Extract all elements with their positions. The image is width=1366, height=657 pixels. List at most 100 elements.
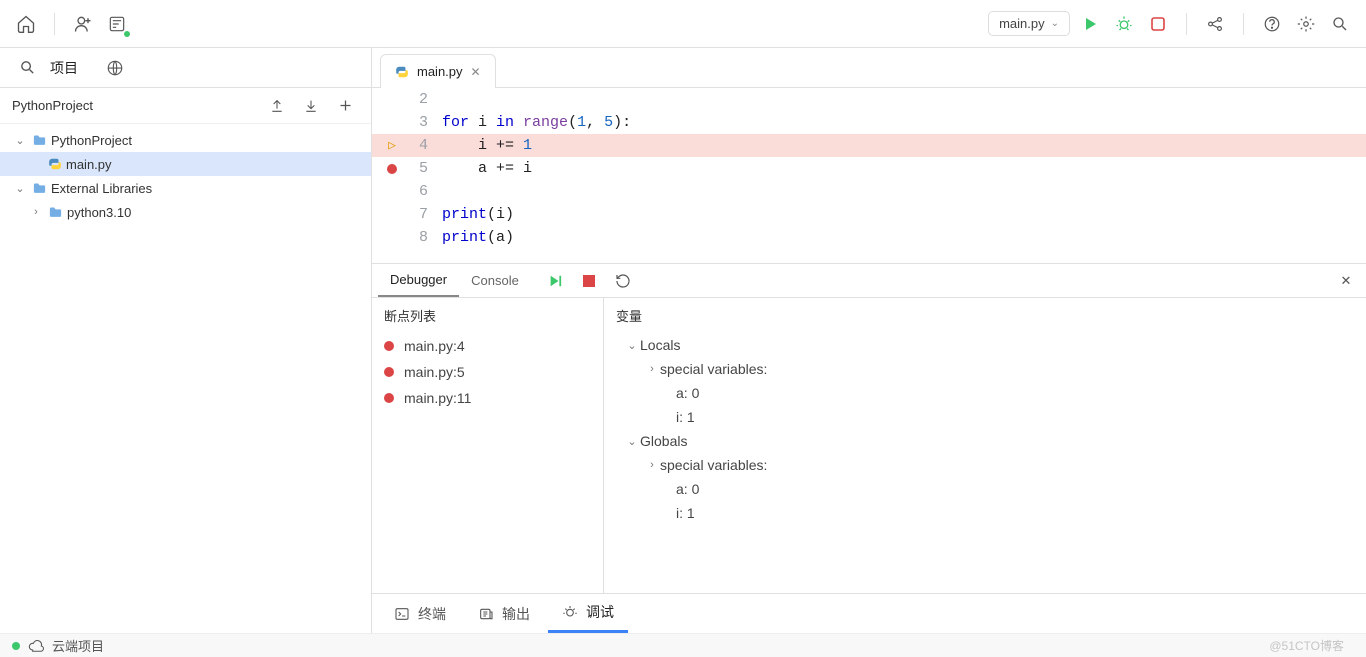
debug-icon[interactable] [1110, 10, 1138, 38]
chevron-icon: ⌄ [12, 134, 28, 147]
help-icon[interactable] [1258, 10, 1286, 38]
status-bar: 云端项目 @51CTO博客 [0, 633, 1366, 657]
code-line[interactable]: 5 a += i [372, 157, 1366, 180]
line-number: 4 [412, 137, 442, 154]
variable-row[interactable]: a: 0 [604, 381, 1366, 405]
tree-item-label: PythonProject [51, 133, 132, 148]
add-user-icon[interactable] [69, 10, 97, 38]
variables-title: 变量 [604, 298, 1366, 333]
breakpoint-label: main.py:5 [404, 364, 465, 380]
search-icon[interactable] [14, 55, 40, 81]
upload-icon[interactable] [263, 92, 291, 120]
code-line[interactable]: 7print(i) [372, 203, 1366, 226]
restart-debug-icon[interactable] [609, 267, 637, 295]
variable-kv: i: 1 [676, 505, 695, 521]
execution-arrow-icon: ▷ [388, 138, 396, 153]
chevron-down-icon: ⌄ [624, 435, 640, 448]
run-config-name: main.py [999, 16, 1045, 31]
folder-icon [48, 205, 63, 220]
globe-icon[interactable] [102, 55, 128, 81]
code-line[interactable]: 2 [372, 88, 1366, 111]
variable-row[interactable]: a: 0 [604, 477, 1366, 501]
scope-name: Globals [640, 433, 687, 449]
scope-row[interactable]: ⌄Locals [604, 333, 1366, 357]
variable-row[interactable]: i: 1 [604, 405, 1366, 429]
add-icon[interactable] [331, 92, 359, 120]
python-icon [395, 65, 409, 79]
tree-item[interactable]: ›python3.10 [0, 200, 371, 224]
home-icon[interactable] [12, 10, 40, 38]
console-tab[interactable]: Console [459, 264, 531, 297]
project-root-row[interactable]: PythonProject [0, 88, 371, 124]
code-line[interactable]: 6 [372, 180, 1366, 203]
tree-item[interactable]: ⌄External Libraries [0, 176, 371, 200]
tree-item[interactable]: main.py [0, 152, 371, 176]
breakpoint-dot-icon[interactable] [387, 164, 397, 174]
code-editor[interactable]: 23for i in range(1, 5):▷4 i += 15 a += i… [372, 88, 1366, 263]
breakpoint-label: main.py:4 [404, 338, 465, 354]
editor-tabs: main.py ✕ [372, 48, 1366, 88]
cloud-project-label[interactable]: 云端项目 [52, 636, 104, 655]
special-vars-row[interactable]: ›special variables: [604, 453, 1366, 477]
close-tab-icon[interactable]: ✕ [471, 65, 481, 79]
run-config-selector[interactable]: main.py ⌄ [988, 11, 1070, 36]
breakpoint-item[interactable]: main.py:11 [372, 385, 603, 411]
debug-tab[interactable]: 调试 [548, 594, 628, 633]
special-vars-row[interactable]: ›special variables: [604, 357, 1366, 381]
watermark: @51CTO博客 [1269, 637, 1354, 654]
debug-panel: Debugger Console ✕ 断点列表 main.py:4 main.py… [372, 263, 1366, 593]
breakpoint-dot-icon [384, 393, 394, 403]
tree-item[interactable]: ⌄ PythonProject [0, 128, 371, 152]
chevron-icon: ⌄ [12, 182, 28, 195]
stop-icon[interactable] [1144, 10, 1172, 38]
debugger-tab[interactable]: Debugger [378, 264, 459, 297]
top-toolbar: main.py ⌄ [0, 0, 1366, 48]
variables-panel: 变量 ⌄Locals›special variables:a: 0i: 1⌄Gl… [604, 298, 1366, 593]
coverage-icon[interactable] [103, 10, 131, 38]
status-dot-icon [12, 642, 20, 650]
run-icon[interactable] [1076, 10, 1104, 38]
breakpoint-label: main.py:11 [404, 390, 471, 406]
editor-area: main.py ✕ 23for i in range(1, 5):▷4 i +=… [372, 48, 1366, 633]
breakpoint-dot-icon [384, 367, 394, 377]
code-line[interactable]: 8print(a) [372, 226, 1366, 249]
python-icon [48, 157, 62, 171]
editor-tab[interactable]: main.py ✕ [380, 54, 496, 88]
breakpoints-title: 断点列表 [372, 298, 603, 333]
breakpoint-item[interactable]: main.py:5 [372, 359, 603, 385]
chevron-down-icon: ⌄ [1051, 18, 1059, 29]
variable-kv: a: 0 [676, 481, 699, 497]
project-sidebar: 项目 PythonProject ⌄ PythonProject main.py ⌄E… [0, 48, 372, 633]
download-icon[interactable] [297, 92, 325, 120]
settings-icon[interactable] [1292, 10, 1320, 38]
resume-icon[interactable] [541, 267, 569, 295]
tree-item-label: main.py [66, 157, 112, 172]
project-root-name: PythonProject [12, 98, 93, 113]
output-tab[interactable]: 输出 [464, 594, 544, 633]
variable-kv: a: 0 [676, 385, 699, 401]
folder-icon [32, 181, 47, 196]
line-number: 6 [412, 183, 442, 200]
special-vars-label: special variables: [660, 361, 767, 377]
scope-row[interactable]: ⌄Globals [604, 429, 1366, 453]
tab-filename: main.py [417, 64, 463, 79]
line-number: 2 [412, 91, 442, 108]
cloud-icon [28, 638, 44, 654]
terminal-tab[interactable]: 终端 [380, 594, 460, 633]
bottom-tool-tabs: 终端 输出 调试 [372, 593, 1366, 633]
chevron-right-icon: › [644, 363, 660, 375]
line-number: 8 [412, 229, 442, 246]
code-line[interactable]: 3for i in range(1, 5): [372, 111, 1366, 134]
share-icon[interactable] [1201, 10, 1229, 38]
search-icon[interactable] [1326, 10, 1354, 38]
chevron-right-icon: › [644, 459, 660, 471]
code-line[interactable]: ▷4 i += 1 [372, 134, 1366, 157]
close-panel-icon[interactable]: ✕ [1332, 267, 1360, 295]
stop-debug-icon[interactable] [575, 267, 603, 295]
variable-kv: i: 1 [676, 409, 695, 425]
project-tree: ⌄ PythonProject main.py ⌄External Libraries… [0, 124, 371, 633]
sidebar-title: 项目 [50, 58, 78, 78]
breakpoint-item[interactable]: main.py:4 [372, 333, 603, 359]
line-number: 3 [412, 114, 442, 131]
variable-row[interactable]: i: 1 [604, 501, 1366, 525]
